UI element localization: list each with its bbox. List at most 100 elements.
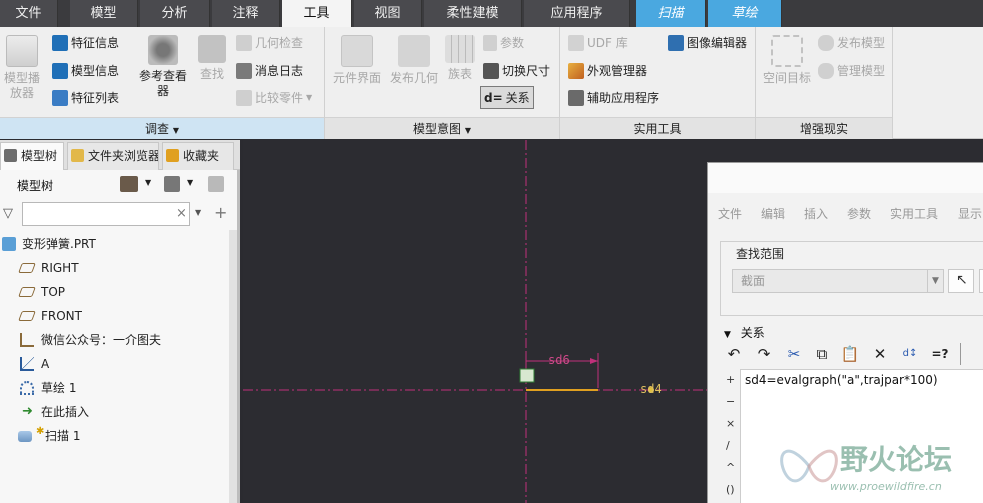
select-more-button[interactable] [979, 269, 983, 293]
publish-geometry-button[interactable]: 发布几何 [385, 35, 443, 86]
tree-node-part[interactable]: 变形弹簧.PRT [0, 232, 232, 256]
tab-model[interactable]: 模型 [70, 0, 138, 27]
tab-sweep[interactable]: 扫描 [636, 0, 706, 27]
paste-icon[interactable]: 📋 [840, 343, 860, 365]
relations-icon: d= [484, 90, 503, 105]
compare-part-label: 比较零件 [255, 91, 304, 105]
geometry-check-button[interactable]: 几何检查 [236, 34, 303, 51]
feature-list-button[interactable]: 特征列表 [52, 89, 119, 106]
chevron-down-icon[interactable]: ▼ [187, 178, 193, 187]
message-log-button[interactable]: 消息日志 [236, 62, 303, 79]
publish-model-button[interactable]: 发布模型 [818, 34, 885, 51]
parameters-button[interactable]: 参数 [483, 34, 524, 51]
menu-parameters[interactable]: 参数 [847, 205, 871, 222]
tab-annotate[interactable]: 注释 [212, 0, 280, 27]
tree-node-coordinate-system[interactable]: 微信公众号：一介图夫 [0, 328, 232, 352]
menu-edit[interactable]: 编辑 [761, 205, 785, 222]
tab-model-tree[interactable]: 模型树 [0, 142, 64, 170]
chevron-down-icon[interactable]: ▼ [195, 208, 201, 217]
model-tree-panel: 模型树 ▼ ▼ ▽ × ▼ + 变形弹簧.PRT RIGHT TOP FRONT [0, 170, 240, 503]
tab-analysis[interactable]: 分析 [140, 0, 210, 27]
space-target-button[interactable]: 空间目标 [760, 35, 814, 86]
image-editor-button[interactable]: 图像编辑器 [668, 34, 747, 51]
feature-info-button[interactable]: 特征信息 [52, 34, 119, 51]
redo-icon[interactable]: ↷ [754, 343, 774, 365]
compare-part-button[interactable]: 比较零件 ▼ [236, 89, 312, 106]
clear-icon[interactable]: × [176, 206, 187, 221]
group-investigate-label[interactable]: 调查 ▼ [0, 117, 324, 139]
model-tree-scrollbar[interactable] [229, 230, 237, 503]
plus-operator[interactable]: + [726, 373, 735, 386]
find-scope-select[interactable]: 截面 ▼ [732, 269, 944, 293]
tab-folder-browser[interactable]: 文件夹浏览器 [67, 142, 159, 170]
reference-viewer-button[interactable]: 参考查看器 [134, 35, 192, 99]
relations-editor[interactable]: sd4=evalgraph("a",trajpar*100) [740, 369, 983, 503]
relations-button[interactable]: d= 关系 [480, 86, 534, 109]
dimension-sd6-label[interactable]: sd6 [548, 353, 570, 367]
dialog-titlebar[interactable] [708, 163, 983, 193]
family-table-button[interactable]: 族表 [443, 35, 477, 82]
menu-insert[interactable]: 插入 [804, 205, 828, 222]
filter-icon[interactable]: ▽ [3, 206, 13, 221]
sketch-sd4-label[interactable]: sd4 [640, 382, 662, 396]
find-button[interactable]: 查找 [192, 35, 232, 82]
publish-geometry-icon [398, 35, 430, 67]
tree-node-insert-here[interactable]: ➜ 在此插入 [0, 400, 232, 424]
tab-file[interactable]: 文件 [0, 0, 58, 27]
info-icon [52, 34, 68, 51]
show-icon[interactable] [164, 176, 180, 192]
switch-dimensions-icon [483, 62, 499, 79]
multiply-operator[interactable]: × [726, 417, 735, 430]
tree-node-sketch[interactable]: 草绘 1 [0, 376, 232, 400]
chevron-down-icon: ▼ [464, 126, 471, 135]
tab-tools[interactable]: 工具 [282, 0, 352, 27]
menu-display[interactable]: 显示 [958, 205, 982, 222]
switch-dimensions-button[interactable]: 切换尺寸 [483, 62, 550, 79]
verify-icon[interactable]: =? [930, 343, 950, 365]
dimension-arrow [590, 358, 598, 364]
tab-favorites[interactable]: 收藏夹 [162, 142, 234, 170]
udf-library-button[interactable]: UDF 库 [568, 34, 628, 51]
tab-applications[interactable]: 应用程序 [524, 0, 630, 27]
power-operator[interactable]: ^ [726, 461, 735, 474]
divide-operator[interactable]: / [726, 439, 730, 452]
constraint-icon[interactable] [519, 368, 535, 383]
tree-node-front[interactable]: FRONT [0, 304, 232, 328]
delete-icon[interactable]: ✕ [870, 343, 890, 365]
tab-flexible-modeling[interactable]: 柔性建模 [424, 0, 522, 27]
appearance-manager-button[interactable]: 外观管理器 [568, 62, 647, 79]
model-info-button[interactable]: 模型信息 [52, 62, 119, 79]
manage-model-button[interactable]: 管理模型 [818, 62, 885, 79]
relations-section-header[interactable]: ▼ 关系 [724, 324, 765, 341]
cut-icon[interactable]: ✂ [784, 343, 804, 365]
settings-icon[interactable] [120, 176, 138, 192]
select-pointer-button[interactable]: ↖ [948, 269, 974, 293]
parentheses-operator[interactable]: () [726, 483, 735, 496]
compare-icon [236, 89, 252, 106]
undo-icon[interactable]: ↶ [724, 343, 744, 365]
tab-view[interactable]: 视图 [354, 0, 422, 27]
tree-node-top[interactable]: TOP [0, 280, 232, 304]
datum-plane-icon [18, 263, 36, 273]
menu-utilities[interactable]: 实用工具 [890, 205, 938, 222]
find-scope-value: 截面 [741, 274, 766, 288]
chevron-down-icon[interactable]: ▼ [145, 178, 151, 187]
pin-icon[interactable] [208, 176, 224, 192]
add-icon[interactable]: + [214, 203, 227, 222]
ribbon: 模型播放器 特征信息 模型信息 特征列表 参考查看器 查找 几何检查 消息日志 [0, 27, 983, 139]
evaluate-icon[interactable]: d↕ [900, 343, 920, 365]
menu-file[interactable]: 文件 [718, 205, 742, 222]
tab-sketch[interactable]: 草绘 [708, 0, 782, 27]
more-tools-icon[interactable] [960, 343, 968, 365]
tree-node-graph-a[interactable]: A [0, 352, 232, 376]
tree-node-sweep[interactable]: ✱ 扫描 1 [0, 424, 232, 448]
group-model-intent-label[interactable]: 模型意图 ▼ [325, 117, 559, 139]
auxiliary-apps-button[interactable]: 辅助应用程序 [568, 89, 659, 106]
model-player-button[interactable]: 模型播放器 [0, 35, 46, 101]
copy-icon[interactable]: ⧉ [812, 343, 832, 365]
minus-operator[interactable]: − [726, 395, 735, 408]
model-tree-search-input[interactable] [22, 202, 190, 226]
cloud-upload-icon [818, 34, 834, 51]
component-interface-button[interactable]: 元件界面 [327, 35, 387, 86]
tree-node-right[interactable]: RIGHT [0, 256, 232, 280]
